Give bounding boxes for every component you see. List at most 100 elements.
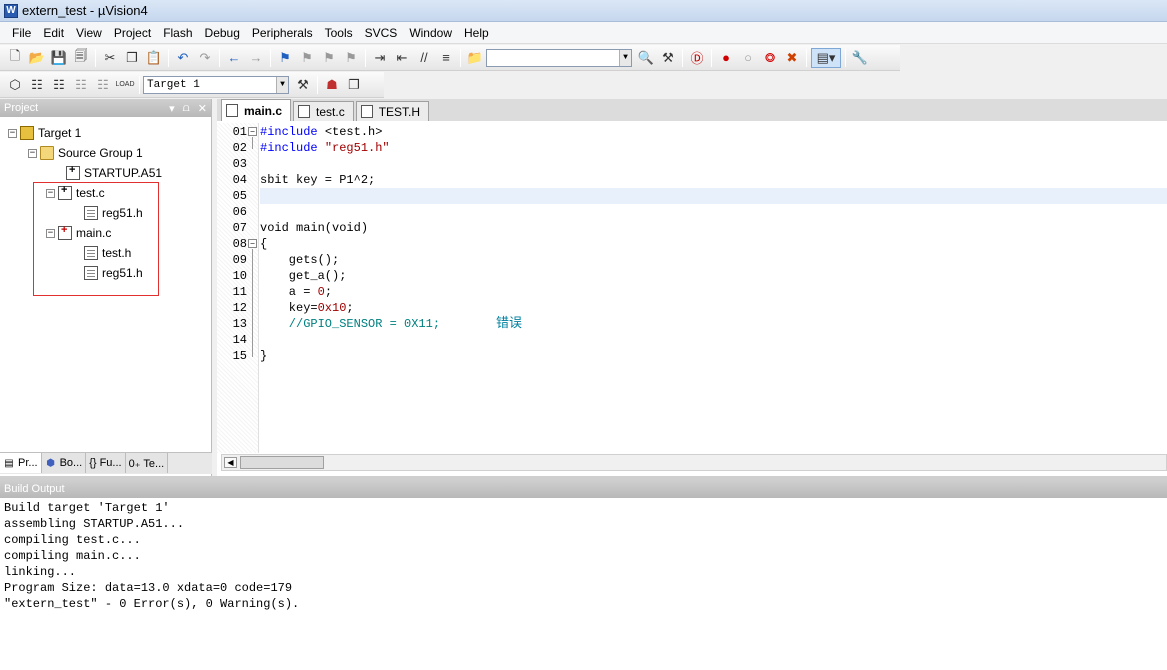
find-in-files-icon[interactable]: 📁 (465, 48, 485, 68)
toolbar-separator (168, 48, 169, 67)
dropdown-icon[interactable]: ▾ (169, 102, 175, 115)
clear-bookmarks-icon[interactable]: ⚑ (341, 48, 361, 68)
menu-edit[interactable]: Edit (37, 23, 70, 43)
select-packs-icon[interactable]: ❐ (344, 75, 364, 95)
scroll-left-icon[interactable]: ◀ (224, 457, 237, 468)
uncomment-icon[interactable]: ≡ (436, 48, 456, 68)
download-load-icon[interactable]: LOAD (115, 75, 135, 95)
target-select[interactable]: Target 1 ▼ (143, 75, 289, 94)
code-line[interactable]: gets(); (260, 252, 1167, 268)
translate-icon[interactable]: ⬡ (5, 75, 25, 95)
code-line[interactable]: key=0x10; (260, 300, 1167, 316)
undo-icon[interactable]: ↶ (173, 48, 193, 68)
chevron-down-icon[interactable]: ▼ (276, 76, 288, 93)
redo-icon[interactable]: ↷ (195, 48, 215, 68)
tab-main-c[interactable]: main.c (221, 99, 292, 121)
code-line[interactable]: } (260, 348, 1167, 364)
new-file-icon[interactable]: 🗋 (5, 48, 25, 68)
code-editor[interactable]: #include <test.h> #include "reg51.h" sbi… (260, 123, 1167, 453)
line-number: 06 (232, 205, 247, 219)
code-line[interactable]: void main(void) (260, 220, 1167, 236)
fold-collapse-icon[interactable]: − (248, 239, 257, 248)
code-text: ; (346, 301, 354, 315)
build-output-panel: Build Output Build target 'Target 1' asse… (0, 480, 1167, 670)
build-output-text[interactable]: Build target 'Target 1' assembling STARTU… (4, 500, 299, 612)
line-number: 02 (232, 141, 247, 155)
incremental-find-icon[interactable]: ⚒ (658, 48, 678, 68)
manage-components-icon[interactable]: ☗ (322, 75, 342, 95)
code-line[interactable]: { (260, 236, 1167, 252)
configure-wrench-icon[interactable]: 🔧 (850, 48, 870, 68)
menu-svcs[interactable]: SVCS (359, 23, 404, 43)
menu-project[interactable]: Project (108, 23, 157, 43)
code-line[interactable]: //GPIO_SENSOR = 0X11; 错误 (260, 316, 1167, 332)
tab-templates[interactable]: 0₊ Te... (125, 453, 169, 473)
next-bookmark-icon[interactable]: ⚑ (319, 48, 339, 68)
bookmark-icon[interactable]: ⚑ (275, 48, 295, 68)
chevron-down-icon[interactable]: ▼ (619, 49, 631, 66)
insert-breakpoint-icon[interactable]: ● (716, 48, 736, 68)
collapse-icon[interactable]: − (8, 128, 17, 138)
find-icon[interactable]: 🔍 (636, 48, 656, 68)
enable-breakpoint-icon[interactable]: ○ (738, 48, 758, 68)
target-options-icon[interactable]: ⚒ (293, 75, 313, 95)
debug-session-icon[interactable]: Ⓓ (687, 48, 707, 68)
code-line[interactable]: sbit key = P1^2; (260, 172, 1167, 188)
kill-breakpoints-icon[interactable]: ✖ (782, 48, 802, 68)
indent-icon[interactable]: ⇥ (370, 48, 390, 68)
batch-build-icon[interactable]: ☷ (71, 75, 91, 95)
stop-build-icon[interactable]: ☷ (93, 75, 113, 95)
tree-item-target[interactable]: − Target 1 (8, 123, 81, 143)
unindent-icon[interactable]: ⇤ (392, 48, 412, 68)
comment-icon[interactable]: // (414, 48, 434, 68)
code-line[interactable] (260, 204, 1167, 220)
preprocessor-directive: #include (260, 125, 325, 139)
tree-item-startup[interactable]: STARTUP.A51 (66, 163, 162, 183)
menu-window[interactable]: Window (403, 23, 458, 43)
open-folder-icon[interactable]: 📂 (27, 48, 47, 68)
rebuild-icon[interactable]: ☷ (49, 75, 69, 95)
code-line-current[interactable] (260, 188, 1167, 204)
window-layout-icon[interactable]: ▤▾ (811, 47, 841, 68)
save-icon[interactable]: 💾 (49, 48, 69, 68)
horizontal-scrollbar[interactable]: ◀ (221, 454, 1167, 471)
copy-icon[interactable]: ❐ (122, 48, 142, 68)
tab-books[interactable]: ⬢ Bo... (41, 453, 87, 473)
scrollbar-thumb[interactable] (240, 456, 324, 469)
collapse-icon[interactable]: − (28, 148, 37, 158)
toolbar-separator (317, 75, 318, 94)
tree-item-source-group[interactable]: − Source Group 1 (28, 143, 143, 163)
disable-breakpoints-icon[interactable]: ⭗ (760, 48, 780, 68)
menu-view[interactable]: View (70, 23, 108, 43)
tab-test-c[interactable]: test.c (293, 101, 354, 121)
menu-tools[interactable]: Tools (319, 23, 359, 43)
save-all-icon[interactable]: 🗐 (71, 48, 91, 68)
find-combo[interactable]: ▼ (486, 48, 632, 67)
build-icon[interactable]: ☷ (27, 75, 47, 95)
code-line[interactable]: #include <test.h> (260, 124, 1167, 140)
code-line[interactable] (260, 332, 1167, 348)
paste-icon[interactable]: 📋 (144, 48, 164, 68)
tab-project[interactable]: ▤ Pr... (0, 453, 42, 473)
navigate-back-icon[interactable]: ← (224, 48, 244, 68)
menu-flash[interactable]: Flash (157, 23, 198, 43)
code-line[interactable]: a = 0; (260, 284, 1167, 300)
tab-functions[interactable]: {} Fu... (86, 453, 126, 473)
code-line[interactable]: #include "reg51.h" (260, 140, 1167, 156)
fold-collapse-icon[interactable]: − (248, 127, 257, 136)
menu-file[interactable]: File (6, 23, 37, 43)
tab-label: {} Fu... (89, 457, 122, 469)
tab-test-h[interactable]: TEST.H (355, 101, 430, 121)
toolbar-separator (682, 48, 683, 67)
code-line[interactable] (260, 156, 1167, 172)
prev-bookmark-icon[interactable]: ⚑ (297, 48, 317, 68)
close-icon[interactable]: ✕ (198, 102, 207, 115)
navigate-forward-icon[interactable]: → (246, 48, 266, 68)
menu-peripherals[interactable]: Peripherals (246, 23, 319, 43)
code-line[interactable]: get_a(); (260, 268, 1167, 284)
menu-help[interactable]: Help (458, 23, 495, 43)
pin-icon[interactable]: ⩍ (183, 102, 190, 115)
line-number: 13 (232, 317, 247, 331)
menu-debug[interactable]: Debug (199, 23, 246, 43)
cut-icon[interactable]: ✂ (100, 48, 120, 68)
